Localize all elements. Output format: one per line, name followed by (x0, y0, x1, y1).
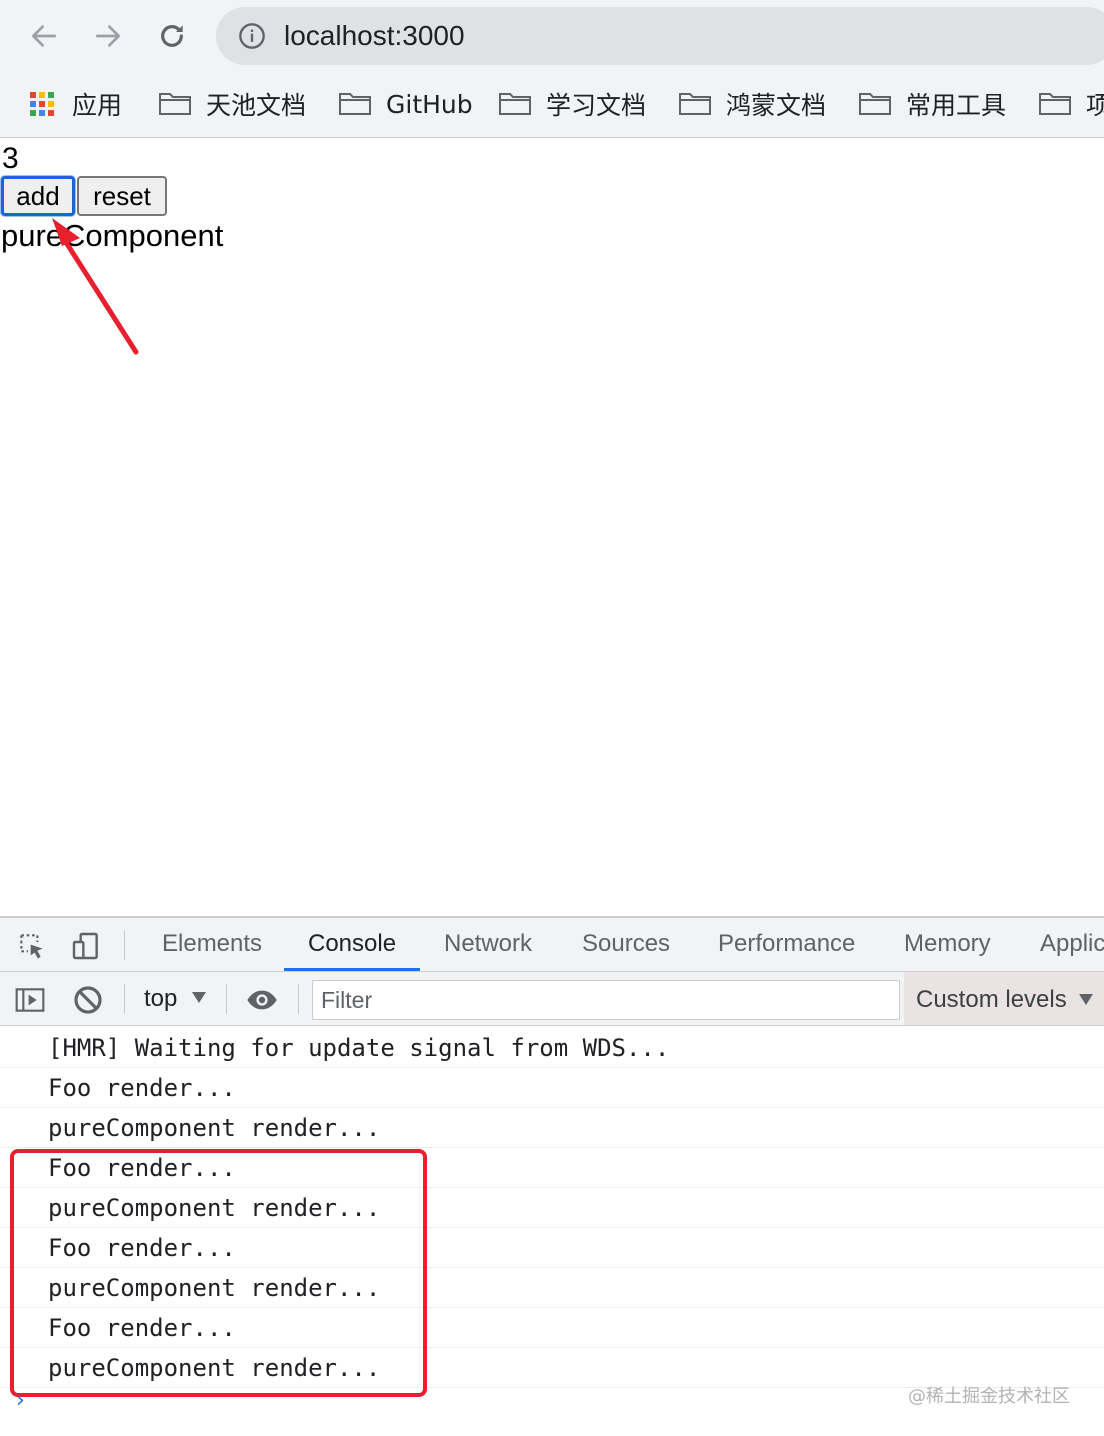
bookmark-label: 常用工具 (906, 91, 1007, 120)
console-prompt[interactable]: › (16, 1388, 25, 1413)
log-levels-dropdown[interactable]: Custom levels (904, 972, 1104, 1025)
pure-component-text: pureComponent (1, 218, 224, 253)
tab-console[interactable]: Console (308, 918, 396, 972)
reload-button[interactable] (152, 16, 192, 56)
inspect-cursor-icon (20, 934, 43, 959)
bookmark-tools[interactable]: 常用工具 (858, 80, 1006, 128)
address-bar[interactable]: localhost:3000 (216, 7, 1104, 65)
toolbar-divider (124, 984, 125, 1014)
browser-chrome: localhost:3000 应用 天池文档 GitHub 学习文档 鸿蒙文档 (0, 0, 1104, 138)
bookmark-label: 应用 (72, 91, 123, 120)
tab-network[interactable]: Network (444, 918, 532, 972)
console-message: pureComponent render... (0, 1268, 1104, 1308)
eye-icon (247, 990, 277, 1010)
filter-field[interactable] (312, 980, 900, 1020)
add-button[interactable]: add (1, 176, 75, 216)
back-button[interactable] (24, 16, 64, 56)
log-levels-label: Custom levels (916, 986, 1067, 1013)
folder-icon (159, 93, 191, 115)
watermark-text: @稀土掘金技术社区 (908, 1386, 1070, 1407)
dropdown-caret-icon (1079, 994, 1093, 1005)
forward-button[interactable] (88, 16, 128, 56)
bookmarks-bar: 应用 天池文档 GitHub 学习文档 鸿蒙文档 常用工具 项 (0, 80, 1104, 130)
url-text: localhost:3000 (284, 20, 465, 51)
live-expression-button[interactable] (244, 982, 280, 1018)
console-output: [HMR] Waiting for update signal from WDS… (0, 1028, 1104, 1388)
context-value: top (144, 985, 178, 1012)
toolbar-divider (226, 984, 227, 1014)
console-toolbar: top Custom levels (0, 972, 1104, 1026)
arrow-left-icon (32, 25, 56, 47)
bookmark-label: 项 (1086, 91, 1104, 120)
folder-icon (679, 93, 711, 115)
console-message: pureComponent render... (0, 1188, 1104, 1228)
filter-input[interactable] (313, 981, 899, 1019)
page-viewport: 3 add reset pureComponent (0, 138, 1104, 916)
show-sidebar-button[interactable] (12, 982, 48, 1018)
bookmark-tianchi[interactable]: 天池文档 (158, 80, 306, 128)
toolbar-divider (298, 984, 299, 1014)
folder-icon (859, 93, 891, 115)
bookmark-harmony-docs[interactable]: 鸿蒙文档 (678, 80, 826, 128)
bookmark-github[interactable]: GitHub (338, 80, 473, 128)
console-message: Foo render... (0, 1148, 1104, 1188)
toolbar-divider (124, 930, 125, 960)
tab-sources[interactable]: Sources (582, 918, 670, 972)
device-toggle-icon (72, 932, 98, 960)
console-message: Foo render... (0, 1068, 1104, 1108)
folder-icon (339, 93, 371, 115)
tab-memory[interactable]: Memory (904, 918, 991, 972)
folder-icon (499, 93, 531, 115)
bookmark-project[interactable]: 项 (1038, 80, 1104, 128)
console-message: Foo render... (0, 1308, 1104, 1348)
devtools-panel: Elements Console Network Sources Perform… (0, 916, 1104, 1436)
block-icon (74, 986, 102, 1014)
apps-grid-icon (30, 92, 54, 116)
console-message: [HMR] Waiting for update signal from WDS… (0, 1028, 1104, 1068)
clear-console-button[interactable] (70, 982, 106, 1018)
reload-icon (161, 25, 183, 47)
sidebar-toggle-icon (15, 988, 45, 1012)
bookmark-label: 天池文档 (206, 91, 307, 120)
bookmark-apps[interactable]: 应用 (26, 80, 122, 128)
inspect-element-button[interactable] (14, 928, 50, 964)
dropdown-caret-icon (192, 992, 206, 1003)
reset-button[interactable]: reset (77, 176, 167, 216)
bookmark-label: 学习文档 (546, 91, 647, 120)
bookmark-label: 鸿蒙文档 (726, 91, 827, 120)
device-toolbar-button[interactable] (68, 928, 104, 964)
counter-value: 3 (2, 142, 19, 175)
tab-elements[interactable]: Elements (162, 918, 262, 972)
console-message: pureComponent render... (0, 1108, 1104, 1148)
console-message: Foo render... (0, 1228, 1104, 1268)
tab-application[interactable]: Applic (1040, 918, 1104, 972)
folder-icon (1039, 93, 1071, 115)
arrow-right-icon (96, 25, 120, 47)
active-tab-indicator (284, 968, 420, 971)
info-icon[interactable] (238, 22, 266, 50)
tab-performance[interactable]: Performance (718, 918, 855, 972)
annotation-arrow-icon (52, 218, 139, 355)
bookmark-study-docs[interactable]: 学习文档 (498, 80, 646, 128)
bookmark-label: GitHub (386, 89, 473, 119)
devtools-tab-bar: Elements Console Network Sources Perform… (0, 918, 1104, 972)
